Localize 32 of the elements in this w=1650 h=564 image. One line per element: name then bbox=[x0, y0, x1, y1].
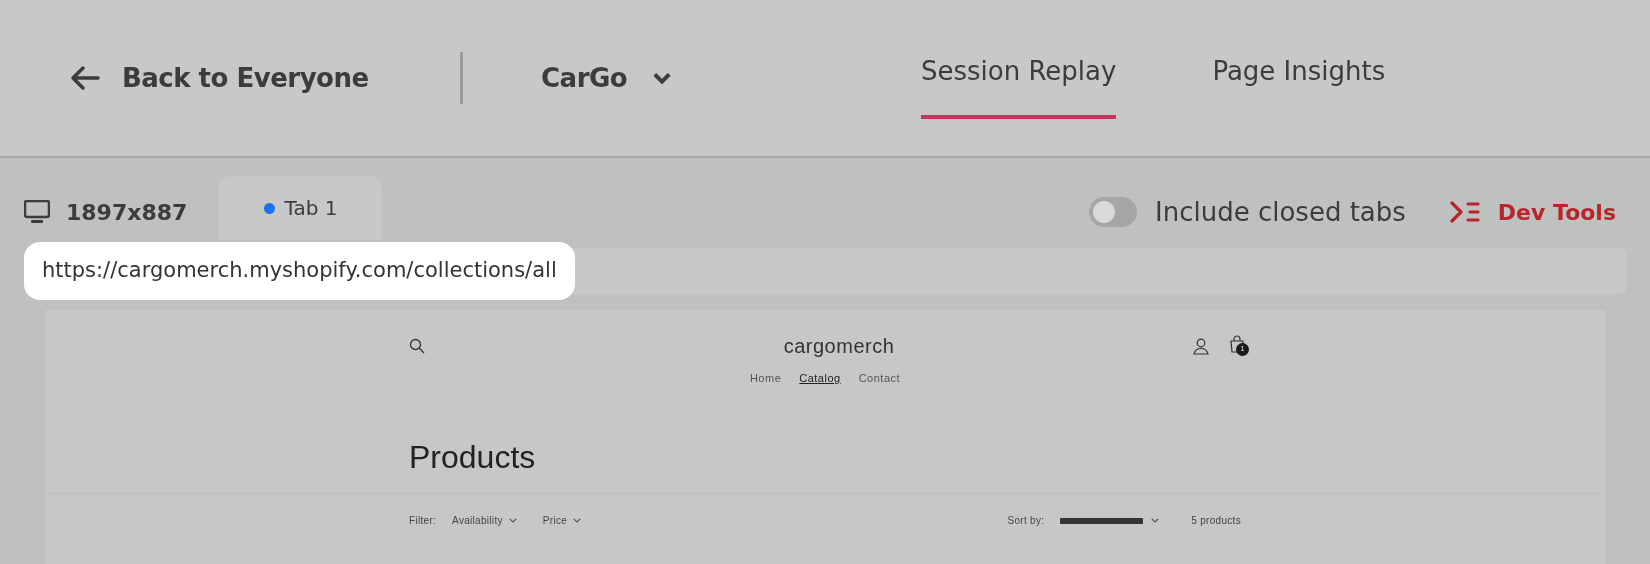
toggle-switch[interactable] bbox=[1089, 197, 1138, 227]
page-heading: Products bbox=[409, 437, 536, 477]
chevron-down-icon bbox=[573, 518, 582, 523]
nav-tab[interactable]: Page Insights bbox=[1212, 0, 1386, 119]
toggle-label: Include closed tabs bbox=[1155, 195, 1406, 229]
project-dropdown[interactable]: CarGo bbox=[541, 58, 672, 98]
sort-label: Sort by: bbox=[1007, 514, 1045, 528]
dev-tools-button[interactable]: Dev Tools bbox=[1449, 195, 1616, 229]
dev-tools-icon bbox=[1449, 201, 1480, 223]
store-nav-link[interactable]: Home bbox=[749, 370, 782, 387]
nav-tab[interactable]: Session Replay bbox=[921, 0, 1117, 119]
url-field[interactable]: https://cargomerch.myshopify.com/collections/all bbox=[24, 242, 575, 300]
store-nav-link[interactable]: Catalog bbox=[799, 370, 841, 387]
monitor-icon bbox=[24, 200, 50, 224]
account-icon bbox=[1193, 337, 1209, 355]
redacted-text-icon bbox=[1060, 517, 1144, 524]
back-arrow-icon bbox=[70, 65, 100, 91]
chevron-down-icon bbox=[653, 72, 672, 84]
cart-icon bbox=[1229, 335, 1245, 353]
filter-dropdown[interactable]: Availability bbox=[452, 513, 517, 528]
sort-dropdown[interactable] bbox=[1060, 517, 1160, 524]
product-count: 5 products bbox=[1191, 514, 1241, 528]
store-name: cargomerch bbox=[783, 334, 895, 359]
search-icon bbox=[409, 338, 425, 354]
back-button[interactable]: Back to Everyone bbox=[70, 58, 369, 98]
chevron-down-icon bbox=[508, 518, 517, 523]
filter-dropdown[interactable]: Price bbox=[542, 513, 582, 528]
chevron-down-icon bbox=[1151, 518, 1160, 523]
store-nav-link[interactable]: Contact bbox=[858, 370, 901, 387]
filter-label: Filter: bbox=[409, 514, 437, 528]
resolution-label: 1897x887 bbox=[66, 198, 188, 227]
browser-tab[interactable]: Tab 1 bbox=[219, 176, 382, 240]
